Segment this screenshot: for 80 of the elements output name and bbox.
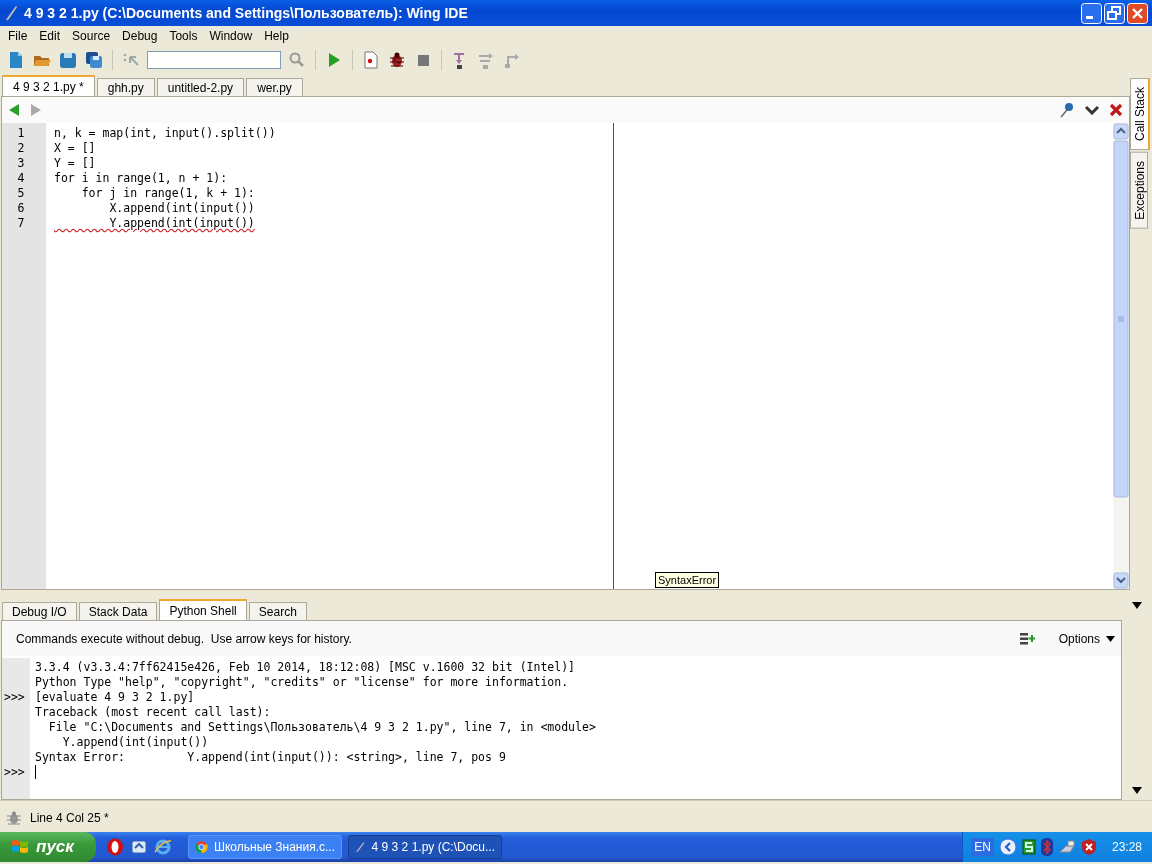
line-number: 5	[16, 186, 26, 201]
menu-item[interactable]: Source	[66, 29, 117, 43]
minimize-button[interactable]	[1081, 2, 1102, 24]
error-tooltip: SyntaxError	[655, 572, 720, 588]
shell-output-line: File "C:\Documents and Settings\Пользователь\4 9 3 2 1.py", line 7, in <module>	[47, 720, 596, 735]
line-number: 7	[16, 216, 26, 231]
back-arrow-icon[interactable]	[8, 103, 20, 117]
options-dropdown[interactable]: Options	[1042, 631, 1115, 646]
pin-icon[interactable]	[1059, 102, 1075, 118]
line-number: 1	[16, 126, 26, 141]
cursor-position: Line 4 Col 25 *	[30, 810, 109, 825]
shell-output-line: Traceback (most recent call last):	[35, 705, 271, 720]
code-line: n, k = map(int, input().split())	[54, 126, 276, 141]
start-button[interactable]: пуск	[0, 832, 96, 862]
caret-icon[interactable]	[1132, 787, 1142, 794]
save-all-icon[interactable]	[84, 50, 104, 70]
shell-output-line: Python Type "help", "copyright", "credits" or "license" for more information.	[35, 675, 569, 690]
menu-item[interactable]: Tools	[163, 29, 204, 43]
editor-tab[interactable]: wer.py	[246, 78, 303, 96]
taskbar-button[interactable]: 4 9 3 2 1.py (C:\Docu...	[348, 835, 502, 859]
vertical-scrollbar[interactable]	[1113, 123, 1129, 589]
panel-tab[interactable]: Debug I/O	[2, 602, 77, 620]
chevron-left-icon[interactable]	[998, 838, 1017, 856]
shell-hint: Commands execute without debug. Use arrow keys for history.	[16, 631, 353, 646]
clock: 23:28	[1111, 840, 1142, 854]
s-icon[interactable]	[1021, 839, 1036, 855]
shell-output-line: Syntax Error: Y.append(int(input()): <string>, line 7, pos 9	[35, 750, 506, 765]
browser-icon[interactable]	[154, 838, 172, 856]
editor-tab[interactable]: untitled-2.py	[156, 78, 245, 96]
close-icon[interactable]	[1109, 103, 1123, 117]
shell-output-line: 3.3.4 (v3.3.4:7ff62415e426, Feb 10 2014, 18:12:08) [MSC v.1600 32 bit (Intel)]	[35, 660, 576, 675]
code-line: for j in range(1, k + 1):	[80, 186, 255, 201]
windows-logo-icon	[10, 838, 30, 856]
caret-icon[interactable]	[1132, 602, 1142, 609]
line-number: 2	[16, 141, 26, 156]
feather-icon	[4, 5, 18, 21]
panel-tab[interactable]: Search	[248, 602, 307, 620]
code-line: Y = []	[54, 156, 96, 171]
line-number: 4	[16, 171, 26, 186]
code-line: Y.append(int(input())	[108, 216, 255, 231]
code-line: X = []	[54, 141, 96, 156]
list-add-icon[interactable]	[1018, 631, 1035, 646]
code-line: X.append(int(input())	[108, 201, 255, 216]
menu-item[interactable]: Debug	[116, 29, 164, 43]
opera-icon[interactable]	[106, 838, 124, 856]
desktop-icon[interactable]	[130, 838, 148, 856]
feather-icon	[355, 839, 366, 855]
language-indicator[interactable]: EN	[971, 838, 994, 856]
chevron-down-icon[interactable]	[1085, 105, 1099, 115]
shield-icon[interactable]	[1080, 838, 1097, 856]
side-tab[interactable]: Call Stack	[1130, 78, 1150, 151]
search-field[interactable]	[147, 51, 281, 69]
menu-item[interactable]: Help	[258, 29, 295, 43]
code-line: for i in range(1, n + 1):	[54, 171, 228, 186]
save-icon[interactable]	[58, 50, 78, 70]
caret-icon	[1106, 635, 1115, 642]
network-icon[interactable]	[1057, 840, 1076, 854]
bug-icon	[6, 809, 22, 826]
breakpoint-icon[interactable]	[361, 50, 381, 70]
panel-tab[interactable]: Stack Data	[78, 602, 158, 620]
shell-output-line: Y.append(int(input())	[61, 735, 209, 750]
shell-prompt: >>>	[3, 690, 25, 705]
taskbar-button[interactable]: Школьные Знания.c...	[188, 835, 342, 859]
menu-item[interactable]: Window	[203, 29, 259, 43]
editor-tab[interactable]: ghh.py	[96, 78, 155, 96]
restore-button[interactable]	[1104, 2, 1125, 24]
line-number: 6	[16, 201, 26, 216]
chrome-icon	[195, 839, 208, 855]
editor-tab[interactable]: 4 9 3 2 1.py *	[2, 75, 95, 96]
menu-item[interactable]: Edit	[33, 29, 67, 43]
bluetooth-icon[interactable]	[1040, 838, 1053, 856]
side-tab[interactable]: Exceptions	[1130, 152, 1148, 229]
menu-item[interactable]: File	[2, 29, 34, 43]
bug-icon[interactable]	[387, 50, 407, 70]
line-number: 3	[16, 156, 26, 171]
panel-tab[interactable]: Python Shell	[159, 599, 247, 620]
close-button[interactable]	[1127, 2, 1148, 24]
window-title: 4 9 3 2 1.py (C:\Documents and Settings\Пользователь): Wing IDE	[24, 5, 469, 21]
shell-prompt: >>>	[3, 765, 25, 780]
shell-output-line: [evaluate 4 9 3 2 1.py]	[35, 690, 195, 705]
